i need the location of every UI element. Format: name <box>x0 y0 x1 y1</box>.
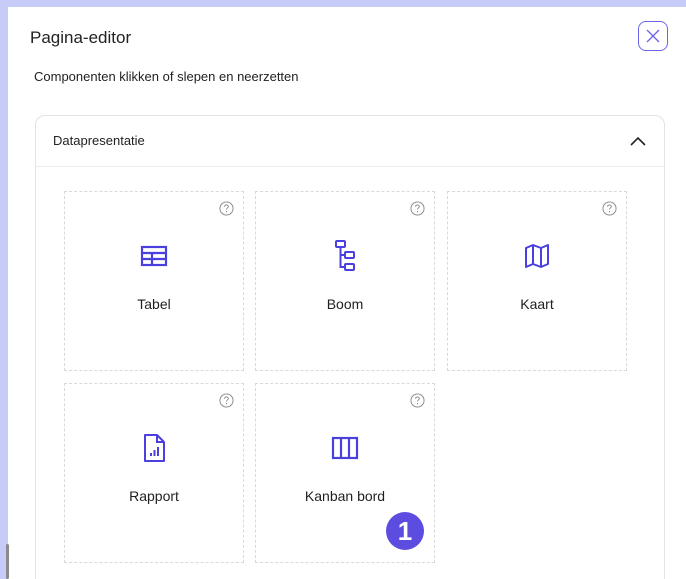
component-label: Boom <box>326 296 364 312</box>
step-badge: 1 <box>386 512 424 550</box>
instructions-text: Componenten klikken of slepen en neerzet… <box>34 69 299 84</box>
page-editor-panel: Pagina-editor Componenten klikken of sle… <box>8 7 686 579</box>
kanban-icon <box>331 436 359 460</box>
help-icon[interactable] <box>410 393 425 408</box>
section-title: Datapresentatie <box>53 133 145 148</box>
help-icon[interactable] <box>602 201 617 216</box>
close-icon <box>646 29 660 43</box>
help-icon[interactable] <box>219 201 234 216</box>
component-label: Rapport <box>129 488 179 504</box>
scroll-handle[interactable] <box>6 544 9 579</box>
tree-icon <box>335 240 355 271</box>
section-header[interactable]: Datapresentatie <box>36 116 664 167</box>
report-icon <box>144 434 165 462</box>
component-label: Tabel <box>137 296 171 312</box>
chevron-up-icon[interactable] <box>628 133 648 149</box>
close-button[interactable] <box>638 21 668 51</box>
help-icon[interactable] <box>219 393 234 408</box>
component-tile-map[interactable]: Kaart <box>447 191 627 371</box>
panel-title: Pagina-editor <box>30 28 132 47</box>
table-icon <box>140 245 168 267</box>
component-tile-table[interactable]: Tabel <box>64 191 244 371</box>
component-tile-report[interactable]: Rapport <box>64 383 244 563</box>
component-label: Kanban bord <box>304 488 386 504</box>
map-icon <box>525 244 549 268</box>
component-label: Kaart <box>520 296 554 312</box>
data-presentation-section: Datapresentatie Tabel Boom Kaart Rapport… <box>35 115 665 579</box>
help-icon[interactable] <box>410 201 425 216</box>
component-tile-tree[interactable]: Boom <box>255 191 435 371</box>
